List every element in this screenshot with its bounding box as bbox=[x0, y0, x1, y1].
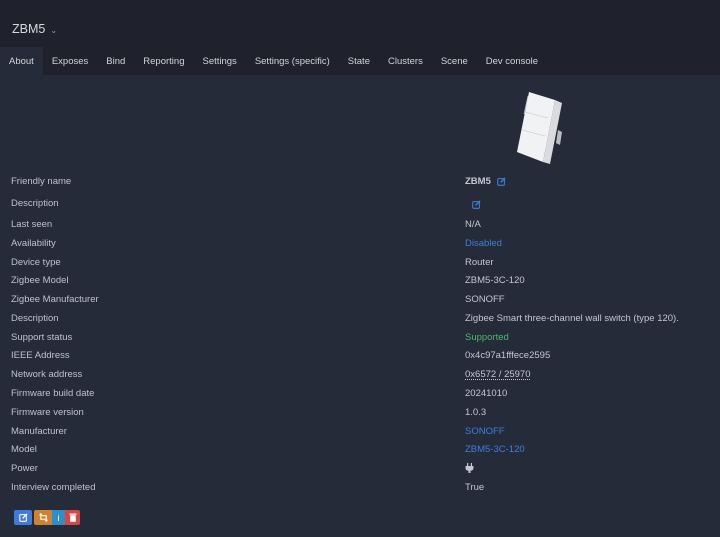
firmware-version-value: 1.0.3 bbox=[465, 407, 487, 418]
device-actions: i bbox=[14, 510, 80, 525]
row-manufacturer: Manufacturer SONOFF bbox=[0, 423, 720, 441]
info-icon: i bbox=[57, 512, 60, 523]
plug-icon bbox=[465, 463, 474, 473]
tab-settings-specific[interactable]: Settings (specific) bbox=[246, 47, 339, 75]
row-label: Description bbox=[11, 198, 59, 209]
row-network-address: Network address 0x6572 / 25970 bbox=[0, 366, 720, 384]
edit-icon bbox=[18, 513, 28, 522]
row-label: Zigbee Manufacturer bbox=[11, 294, 99, 305]
tab-settings[interactable]: Settings bbox=[193, 47, 245, 75]
row-label: Last seen bbox=[11, 219, 53, 230]
device-title-text: ZBM5 bbox=[12, 22, 46, 36]
row-label: Model bbox=[11, 444, 37, 455]
row-label: Network address bbox=[11, 369, 83, 380]
last-seen-value: N/A bbox=[465, 219, 481, 230]
row-label: Zigbee Model bbox=[11, 275, 69, 286]
row-last-seen: Last seen N/A bbox=[0, 216, 720, 234]
row-model: Model ZBM5-3C-120 bbox=[0, 441, 720, 459]
row-description: Description Zigbee Smart three-channel w… bbox=[0, 310, 720, 328]
model-link[interactable]: ZBM5-3C-120 bbox=[465, 444, 525, 455]
availability-link[interactable]: Disabled bbox=[465, 238, 502, 249]
description-value: Zigbee Smart three-channel wall switch (… bbox=[465, 313, 679, 324]
tab-scene[interactable]: Scene bbox=[432, 47, 477, 75]
tab-state[interactable]: State bbox=[339, 47, 379, 75]
device-type-value: Router bbox=[465, 257, 494, 268]
row-power: Power bbox=[0, 460, 720, 478]
reconfigure-button[interactable] bbox=[34, 510, 52, 525]
row-label: IEEE Address bbox=[11, 350, 70, 361]
row-description-edit: Description bbox=[0, 195, 720, 213]
zigbee-model-value: ZBM5-3C-120 bbox=[465, 275, 525, 286]
tab-reporting[interactable]: Reporting bbox=[134, 47, 193, 75]
row-label: Support status bbox=[11, 332, 73, 343]
tab-clusters[interactable]: Clusters bbox=[379, 47, 432, 75]
row-zigbee-manufacturer: Zigbee Manufacturer SONOFF bbox=[0, 291, 720, 309]
row-zigbee-model: Zigbee Model ZBM5-3C-120 bbox=[0, 272, 720, 290]
trash-icon bbox=[69, 513, 76, 522]
row-label: Device type bbox=[11, 257, 61, 268]
device-header: ZBM5 ⌄ About Exposes Bind Reporting Sett… bbox=[0, 0, 720, 75]
row-friendly-name: Friendly name ZBM5 bbox=[0, 173, 720, 191]
row-label: Description bbox=[11, 313, 59, 324]
row-ieee-address: IEEE Address 0x4c97a1fffece2595 bbox=[0, 347, 720, 365]
friendly-name-value: ZBM5 bbox=[465, 176, 491, 187]
remove-button[interactable] bbox=[65, 510, 80, 525]
row-label: Firmware build date bbox=[11, 388, 95, 399]
device-title[interactable]: ZBM5 ⌄ bbox=[12, 22, 57, 36]
row-device-type: Device type Router bbox=[0, 254, 720, 272]
manufacturer-link[interactable]: SONOFF bbox=[465, 426, 505, 437]
edit-button[interactable] bbox=[14, 510, 32, 525]
chevron-down-icon[interactable]: ⌄ bbox=[50, 26, 57, 35]
row-support-status: Support status Supported bbox=[0, 329, 720, 347]
network-address-value[interactable]: 0x6572 / 25970 bbox=[465, 369, 531, 380]
firmware-build-date-value: 20241010 bbox=[465, 388, 508, 399]
exchange-icon bbox=[38, 513, 48, 522]
row-label: Manufacturer bbox=[11, 426, 67, 437]
row-label: Friendly name bbox=[11, 176, 72, 187]
tab-exposes[interactable]: Exposes bbox=[43, 47, 97, 75]
ieee-address-value: 0x4c97a1fffece2595 bbox=[465, 350, 551, 361]
tab-bar: About Exposes Bind Reporting Settings Se… bbox=[0, 47, 547, 75]
edit-icon[interactable] bbox=[497, 177, 506, 186]
row-label: Interview completed bbox=[11, 482, 96, 493]
row-firmware-version: Firmware version 1.0.3 bbox=[0, 404, 720, 422]
tab-about[interactable]: About bbox=[0, 47, 43, 75]
support-status-value[interactable]: Supported bbox=[465, 332, 509, 343]
about-panel: Friendly name ZBM5 Description Last seen… bbox=[0, 75, 720, 537]
row-availability: Availability Disabled bbox=[0, 235, 720, 253]
zigbee-manufacturer-value: SONOFF bbox=[465, 294, 505, 305]
interview-completed-value: True bbox=[465, 482, 485, 493]
row-firmware-build-date: Firmware build date 20241010 bbox=[0, 385, 720, 403]
device-image bbox=[517, 92, 562, 164]
interview-button[interactable]: i bbox=[52, 510, 65, 525]
tab-dev-console[interactable]: Dev console bbox=[477, 47, 547, 75]
row-interview-completed: Interview completed True bbox=[0, 479, 720, 497]
tab-bind[interactable]: Bind bbox=[97, 47, 134, 75]
row-label: Availability bbox=[11, 238, 56, 249]
row-label: Power bbox=[11, 463, 38, 474]
row-label: Firmware version bbox=[11, 407, 84, 418]
edit-icon[interactable] bbox=[472, 200, 481, 209]
